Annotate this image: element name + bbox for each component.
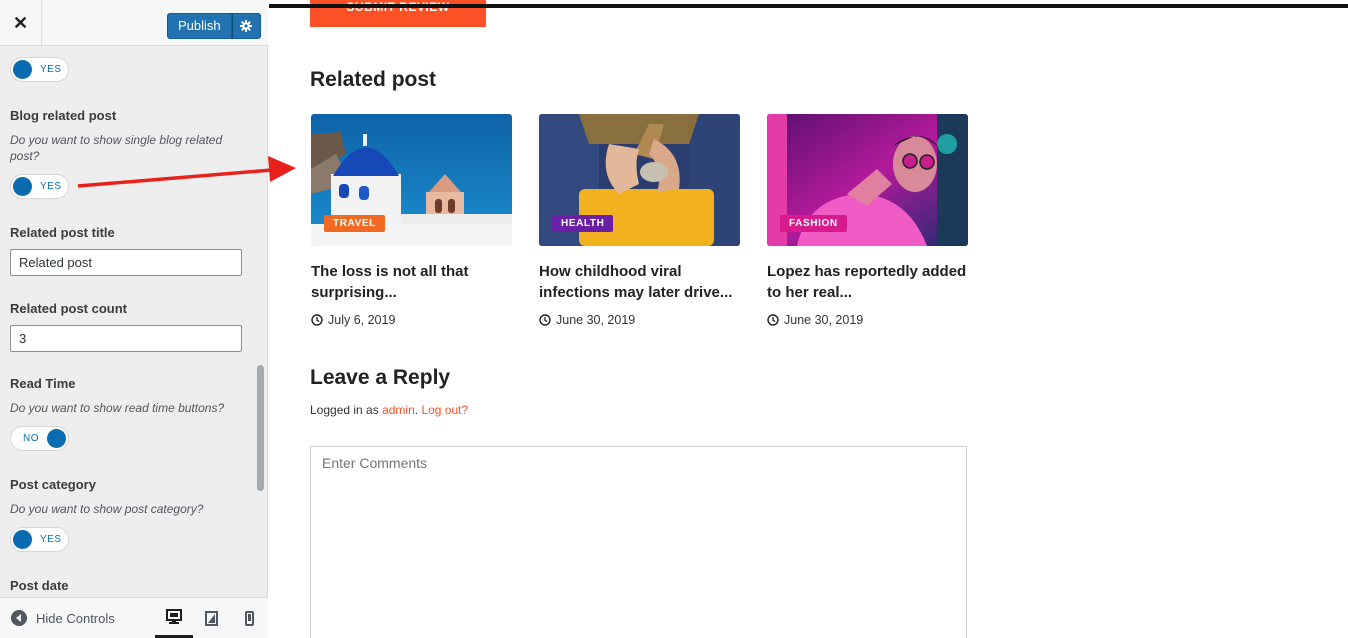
preview-desktop-button[interactable] [155,598,193,638]
toggle-knob [13,530,32,549]
post-date-text: June 30, 2019 [784,313,864,327]
site-preview: SUBMIT REVIEW Related post [269,0,1348,638]
preview-mobile-button[interactable] [230,598,268,638]
hide-controls-label: Hide Controls [36,610,115,626]
post-thumbnail[interactable]: TRAVEL [311,114,512,246]
toggle-knob [13,177,32,196]
sidebar-footer: Hide Controls [0,597,268,638]
related-post-count-label: Related post count [10,301,128,316]
customizer-sidebar: ✕ Publish YES Blog related post Do you w… [0,0,268,638]
clock-icon [767,314,779,326]
related-post-count-input[interactable]: 3 [10,325,242,352]
blog-related-post-title: Blog related post [10,108,117,123]
post-date: July 6, 2019 [311,313,512,327]
toggle-blog-related-post[interactable]: YES [10,174,69,199]
publish-settings-button[interactable] [231,13,261,39]
category-badge[interactable]: TRAVEL [324,215,385,232]
toggle-label: YES [40,534,62,545]
logged-in-notice: Logged in as admin. Log out? [310,403,468,417]
post-thumbnail[interactable]: HEALTH [539,114,740,246]
customizer-app: ✕ Publish YES Blog related post Do you w… [0,0,1348,638]
header-divider [269,4,1348,8]
read-time-desc: Do you want to show read time buttons? [10,401,225,415]
post-date-text: June 30, 2019 [556,313,636,327]
collapse-arrow-icon [11,610,27,626]
logged-in-separator: . [414,403,419,417]
related-post-card: FASHION Lopez has reportedly added to he… [767,114,968,327]
toggle-read-time[interactable]: NO [10,426,69,451]
tablet-icon [204,610,218,626]
toggle-label: NO [23,433,39,444]
related-post-card: HEALTH How childhood viral infections ma… [539,114,740,327]
post-thumbnail[interactable]: FASHION [767,114,968,246]
hide-controls-button[interactable]: Hide Controls [11,610,115,626]
post-date: June 30, 2019 [539,313,740,327]
post-date-title: Post date [10,578,69,593]
toggle-knob [47,429,66,448]
publish-group: Publish [167,13,261,39]
leave-reply-heading: Leave a Reply [310,366,451,389]
related-post-heading: Related post [310,68,437,91]
category-badge[interactable]: HEALTH [552,215,614,232]
post-date-text: July 6, 2019 [328,313,396,327]
gear-icon [240,20,253,32]
toggle-label: YES [40,64,62,75]
post-title-link[interactable]: Lopez has reportedly added to her real..… [767,261,968,303]
clock-icon [311,314,323,326]
blog-related-post-desc: Do you want to show single blog related … [10,133,223,163]
mobile-icon [244,610,254,626]
toggle-knob [13,60,32,79]
sidebar-scrollbar[interactable] [257,365,264,491]
close-icon: ✕ [12,12,29,33]
sidebar-controls: YES Blog related post Do you want to sho… [0,47,254,595]
post-category-desc: Do you want to show post category? [10,502,204,516]
logout-link[interactable]: Log out? [421,403,468,417]
related-post-card: TRAVEL The loss is not all that surprisi… [311,114,512,327]
toggle-post-category[interactable]: YES [10,527,69,552]
related-post-title-label: Related post title [10,225,115,240]
read-time-title: Read Time [10,376,76,391]
admin-user-link[interactable]: admin [382,403,415,417]
desktop-icon [166,609,182,624]
publish-button[interactable]: Publish [167,13,232,39]
toggle-label: YES [40,181,62,192]
preview-tablet-button[interactable] [192,598,230,638]
post-date: June 30, 2019 [767,313,968,327]
clock-icon [539,314,551,326]
post-title-link[interactable]: How childhood viral infections may later… [539,261,740,303]
toggle-previous-setting[interactable]: YES [10,57,69,82]
close-button[interactable]: ✕ [0,0,42,46]
post-category-title: Post category [10,477,96,492]
logged-in-prefix: Logged in as [310,403,379,417]
category-badge[interactable]: FASHION [780,215,847,232]
post-title-link[interactable]: The loss is not all that surprising... [311,261,512,303]
sidebar-header: ✕ Publish [0,0,268,46]
related-post-title-input[interactable]: Related post [10,249,242,276]
comment-textarea[interactable] [310,446,967,638]
